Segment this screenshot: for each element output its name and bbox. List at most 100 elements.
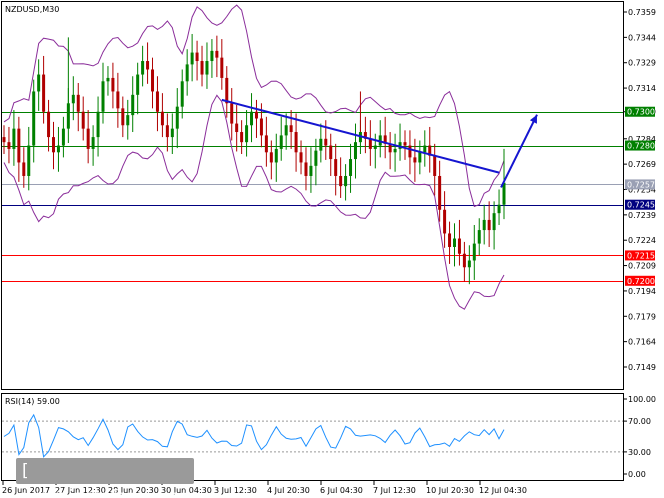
- price-level-label: 0.7215: [627, 251, 655, 260]
- candle-body: [131, 94, 135, 116]
- candle-body: [289, 125, 293, 133]
- candle-body: [368, 138, 372, 149]
- candle-body: [7, 142, 11, 149]
- candle-body: [170, 128, 174, 138]
- candle-body: [61, 128, 65, 146]
- time-tick-label: 12 Jul 04:30: [479, 486, 527, 495]
- candle-body: [210, 50, 214, 62]
- candle-body: [136, 74, 140, 95]
- candle-body: [111, 77, 115, 92]
- time-tick-label: 4 Jul 20:30: [267, 486, 310, 495]
- candle-body: [71, 94, 75, 104]
- candle-body: [195, 52, 199, 62]
- candle-body: [294, 132, 298, 153]
- time-tick-label: 6 Jul 04:30: [320, 486, 363, 495]
- candle-body: [423, 145, 427, 153]
- candle-body: [37, 74, 41, 92]
- candle-body: [160, 111, 164, 126]
- price-tick-label: 0.7269: [628, 160, 656, 169]
- candle-body: [17, 128, 21, 163]
- candle-body: [22, 162, 26, 176]
- candle-body: [250, 111, 254, 126]
- candle-body: [81, 111, 85, 129]
- candle-body: [66, 103, 70, 129]
- candle-body: [121, 108, 125, 126]
- instaforex-watermark: [ www.instaforex.com ]: [16, 458, 197, 498]
- candle-body: [462, 253, 466, 268]
- candle-body: [91, 137, 95, 149]
- candle-body: [502, 182, 506, 205]
- rsi-tick-label: 0.00: [628, 470, 646, 479]
- rsi-label: RSI(14) 59.00: [5, 397, 60, 406]
- candle-body: [225, 77, 229, 104]
- price-level-label: 0.7280: [627, 142, 655, 151]
- candle-body: [344, 175, 348, 187]
- candle-body: [329, 145, 333, 160]
- candle-body: [472, 243, 476, 261]
- candle-body: [309, 165, 313, 176]
- candle-body: [175, 106, 179, 129]
- candle-body: [165, 125, 169, 138]
- candle-body: [438, 175, 442, 210]
- candle-body: [141, 61, 145, 75]
- candle-body: [492, 213, 496, 231]
- candle-body: [245, 125, 249, 143]
- candle-body: [254, 111, 258, 119]
- rsi-tick-label: 70.00: [628, 417, 651, 426]
- candle-body: [190, 52, 194, 65]
- candle-body: [155, 91, 159, 112]
- price-pane-frame: [1, 1, 624, 390]
- candle-body: [101, 81, 105, 112]
- candle-body: [403, 142, 407, 146]
- candle-body: [477, 230, 481, 244]
- candle-body: [339, 175, 343, 187]
- time-tick-label: 10 Jul 20:30: [426, 486, 474, 495]
- rsi-tick-label: 100.00: [628, 395, 656, 404]
- candle-body: [324, 138, 328, 146]
- price-tick-label: 0.7179: [628, 312, 656, 321]
- candle-body: [235, 123, 239, 133]
- price-tick-label: 0.7314: [628, 84, 656, 93]
- candle-body: [373, 145, 377, 149]
- candle-body: [418, 152, 422, 163]
- candle-body: [279, 135, 283, 149]
- candle-body: [284, 125, 288, 136]
- price-level-label: 0.7257: [627, 180, 655, 189]
- time-tick-label: 7 Jul 12:30: [373, 486, 416, 495]
- candle-body: [448, 233, 452, 247]
- candle-body: [12, 128, 16, 149]
- price-tick-label: 0.7149: [628, 363, 656, 372]
- candle-body: [32, 91, 36, 146]
- candle-body: [42, 74, 46, 112]
- candle-body: [482, 219, 486, 231]
- symbol-label: NZDUSD,M30: [5, 5, 59, 14]
- price-axis: 0.73590.73440.73290.73140.73000.72840.72…: [623, 8, 656, 372]
- candle-body: [467, 260, 471, 268]
- candle-body: [146, 61, 150, 70]
- price-tick-label: 0.7344: [628, 33, 656, 42]
- candle-body: [299, 152, 303, 163]
- candle-body: [230, 103, 234, 124]
- candle-body: [314, 150, 318, 166]
- candle-body: [349, 159, 353, 176]
- candle-body: [264, 135, 268, 153]
- candle-body: [259, 118, 263, 136]
- candle-body: [274, 148, 278, 163]
- candle-body: [240, 132, 244, 143]
- candle-body: [151, 69, 155, 92]
- candle-body: [408, 145, 412, 158]
- candle-body: [96, 111, 100, 138]
- candle-body: [220, 57, 224, 78]
- candle-body: [393, 148, 397, 153]
- candle-body: [205, 61, 209, 75]
- candle-body: [52, 137, 56, 153]
- price-tick-label: 0.7329: [628, 59, 656, 68]
- candle-body: [76, 94, 80, 112]
- candle-body: [126, 115, 130, 126]
- price-tick-label: 0.7209: [628, 262, 656, 271]
- price-level-label: 0.7300: [627, 108, 655, 117]
- price-tick-label: 0.7224: [628, 236, 656, 245]
- price-level-label: 0.7245: [627, 201, 655, 210]
- candle-body: [47, 111, 51, 138]
- candle-body: [2, 137, 6, 143]
